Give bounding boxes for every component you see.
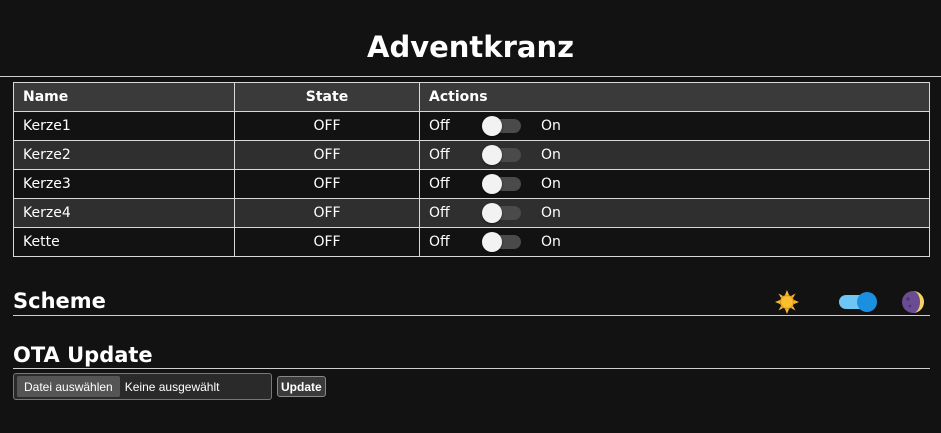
update-button[interactable]: Update <box>277 376 326 397</box>
off-label: Off <box>429 147 450 163</box>
device-state: OFF <box>234 140 420 170</box>
device-actions: Off On <box>419 227 930 257</box>
firmware-file-input[interactable]: Datei auswählen Keine ausgewählt <box>13 373 272 400</box>
table-row: Kerze4 OFF Off On <box>13 198 930 228</box>
moon-icon <box>902 291 924 313</box>
page: Adventkranz Name State Actions Kerze1 OF… <box>0 0 941 433</box>
table-row: Kette OFF Off On <box>13 227 930 257</box>
device-actions: Off On <box>419 111 930 141</box>
scheme-controls <box>773 288 929 316</box>
scheme-heading: Scheme <box>13 289 106 313</box>
device-toggle-switch[interactable] <box>482 145 521 165</box>
file-status-text: Keine ausgewählt <box>124 379 220 394</box>
device-name: Kerze3 <box>13 169 235 199</box>
title-divider <box>0 76 941 77</box>
on-label: On <box>541 205 561 221</box>
table-row: Kerze3 OFF Off On <box>13 169 930 199</box>
on-label: On <box>541 118 561 134</box>
device-actions: Off On <box>419 198 930 228</box>
column-header-actions: Actions <box>419 82 930 112</box>
device-state: OFF <box>234 227 420 257</box>
table-row: Kerze2 OFF Off On <box>13 140 930 170</box>
on-label: On <box>541 176 561 192</box>
device-toggle-switch[interactable] <box>482 232 521 252</box>
on-label: On <box>541 234 561 250</box>
table-header-row: Name State Actions <box>13 82 930 112</box>
device-name: Kerze2 <box>13 140 235 170</box>
device-state: OFF <box>234 111 420 141</box>
column-header-name: Name <box>13 82 235 112</box>
sun-icon <box>775 290 799 314</box>
ota-update-heading: OTA Update <box>13 343 153 367</box>
column-header-state: State <box>234 82 420 112</box>
device-toggle-switch[interactable] <box>482 203 521 223</box>
device-actions: Off On <box>419 140 930 170</box>
device-toggle-switch[interactable] <box>482 174 521 194</box>
choose-file-button[interactable]: Datei auswählen <box>17 376 120 397</box>
page-title: Adventkranz <box>367 30 574 64</box>
off-label: Off <box>429 118 450 134</box>
ota-divider <box>13 368 930 369</box>
device-name: Kerze4 <box>13 198 235 228</box>
on-label: On <box>541 147 561 163</box>
color-scheme-toggle[interactable] <box>839 292 877 312</box>
device-toggle-switch[interactable] <box>482 116 521 136</box>
device-name: Kerze1 <box>13 111 235 141</box>
off-label: Off <box>429 234 450 250</box>
device-state: OFF <box>234 169 420 199</box>
device-state: OFF <box>234 198 420 228</box>
table-row: Kerze1 OFF Off On <box>13 111 930 141</box>
devices-table: Name State Actions Kerze1 OFF Off On Ker… <box>13 82 930 257</box>
off-label: Off <box>429 176 450 192</box>
device-actions: Off On <box>419 169 930 199</box>
off-label: Off <box>429 205 450 221</box>
device-name: Kette <box>13 227 235 257</box>
